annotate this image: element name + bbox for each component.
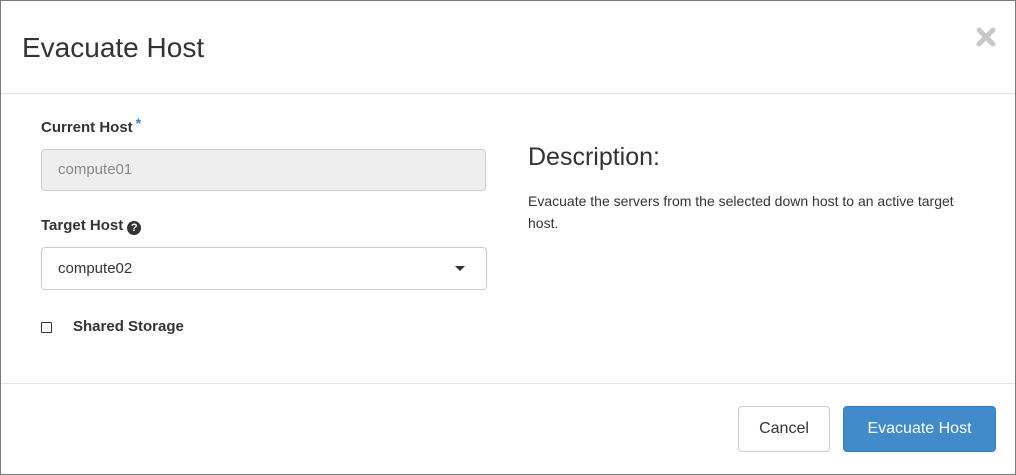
- current-host-label-text: Current Host: [41, 119, 133, 136]
- close-icon-glyph: [976, 27, 996, 47]
- description-heading: Description:: [528, 143, 660, 171]
- target-host-select[interactable]: compute02: [41, 247, 487, 290]
- modal-body: Current Host * compute01 Target Host? com…: [1, 94, 1015, 383]
- question-circle-icon[interactable]: ?: [127, 221, 142, 235]
- modal-header: Evacuate Host: [1, 1, 1015, 94]
- target-host-label-text: Target Host: [41, 217, 124, 234]
- current-host-label: Current Host *: [41, 115, 142, 137]
- target-host-selected-value: compute02: [58, 260, 133, 277]
- evacuate-host-button[interactable]: Evacuate Host: [843, 406, 996, 452]
- required-marker: *: [135, 115, 142, 131]
- chevron-down-icon: [455, 266, 465, 271]
- evacuate-host-modal: Evacuate Host Current Host * compute01 Ta…: [0, 0, 1016, 475]
- modal-footer: Cancel Evacuate Host: [1, 383, 1015, 475]
- cancel-button[interactable]: Cancel: [738, 406, 830, 452]
- shared-storage-checkbox[interactable]: [41, 322, 52, 333]
- description-text: Evacuate the servers from the selected d…: [528, 193, 954, 231]
- current-host-field: compute01: [41, 149, 486, 191]
- target-host-label: Target Host?: [41, 217, 142, 235]
- close-icon[interactable]: [975, 26, 997, 48]
- shared-storage-label[interactable]: Shared Storage: [73, 318, 184, 336]
- modal-title: Evacuate Host: [22, 32, 205, 63]
